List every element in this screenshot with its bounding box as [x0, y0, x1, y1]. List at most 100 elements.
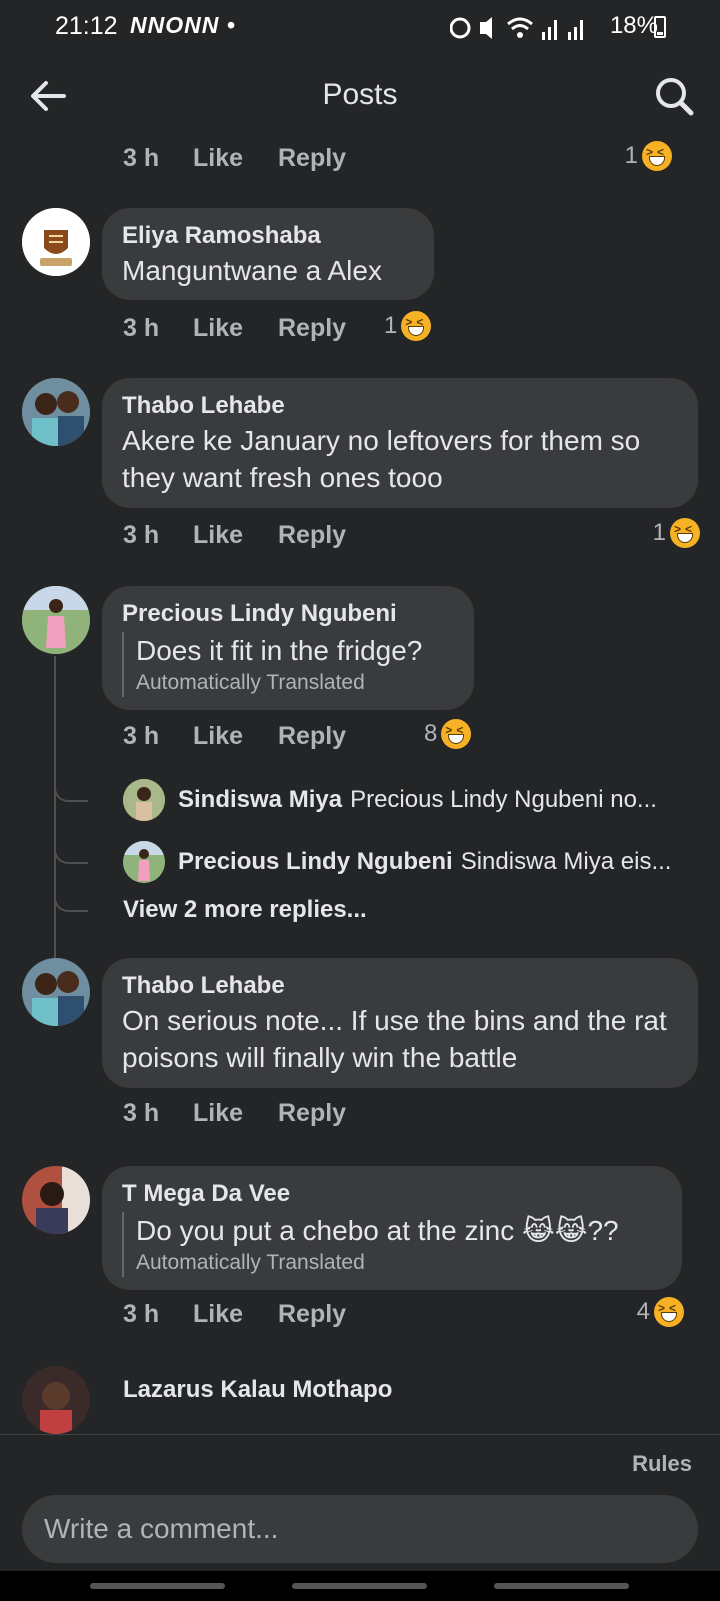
- reaction-count[interactable]: 8: [424, 718, 472, 750]
- reply-button[interactable]: Reply: [278, 314, 346, 343]
- battery-icon: [654, 16, 666, 38]
- reply-author[interactable]: Precious Lindy Ngubeni: [178, 848, 453, 876]
- comment-time: 3 h: [123, 314, 160, 342]
- thread-branch: [54, 882, 88, 912]
- reaction-number: 1: [384, 312, 398, 339]
- comment-time: 3 h: [123, 521, 160, 549]
- reply-preview[interactable]: Precious Lindy Ngubeni Sindiswa Miya eis…: [178, 840, 671, 884]
- comment-composer: Rules Write a comment...: [0, 1434, 720, 1601]
- reply-button[interactable]: Reply: [278, 722, 346, 751]
- comment-time: 3 h: [123, 722, 160, 750]
- avatar[interactable]: [22, 958, 90, 1026]
- page-title: Posts: [322, 78, 398, 111]
- reply-preview[interactable]: Sindiswa Miya Precious Lindy Ngubeni no.…: [178, 778, 657, 822]
- reply-button[interactable]: Reply: [278, 144, 346, 173]
- auto-translated-label[interactable]: Automatically Translated: [136, 1249, 662, 1277]
- translated-block: Do you put a chebo at the zinc 😹😹?? Auto…: [122, 1212, 662, 1277]
- top-app-bar: Posts: [0, 60, 720, 132]
- comment-text: Manguntwane a Alex: [122, 255, 382, 286]
- haha-emoji-icon: [654, 1297, 684, 1327]
- reply-avatar[interactable]: [123, 841, 165, 883]
- status-time: 21:12: [55, 12, 118, 40]
- nav-back-icon[interactable]: [494, 1583, 629, 1589]
- status-notification-icons: NNONN •: [130, 12, 236, 38]
- reaction-count[interactable]: 4: [637, 1296, 684, 1328]
- reaction-count[interactable]: 1: [625, 140, 672, 172]
- comment-bubble[interactable]: Eliya Ramoshaba Manguntwane a Alex: [102, 208, 434, 300]
- comment-actions: 3 h Like Reply: [123, 314, 423, 346]
- like-button[interactable]: Like: [193, 1099, 243, 1128]
- comment-text: On serious note... If use the bins and t…: [122, 1005, 667, 1073]
- comment-author[interactable]: Precious Lindy Ngubeni: [122, 598, 454, 630]
- family-crest-icon: [22, 208, 90, 276]
- status-system-icons: [450, 17, 583, 40]
- comment-bubble[interactable]: Precious Lindy Ngubeni Does it fit in th…: [102, 586, 474, 710]
- comments-feed[interactable]: 3 h Like Reply 1 Eliya Ramoshaba Mangunt…: [0, 140, 720, 1434]
- comment-text: Akere ke January no leftovers for them s…: [122, 425, 641, 493]
- reply-text: Precious Lindy Ngubeni no...: [350, 786, 657, 813]
- reply-button[interactable]: Reply: [278, 521, 346, 550]
- system-nav-bar: [0, 1571, 720, 1601]
- like-button[interactable]: Like: [193, 144, 243, 173]
- profile-photo-icon: [22, 1366, 90, 1434]
- comment-time: 3 h: [123, 1300, 160, 1328]
- haha-emoji-icon: [670, 518, 700, 548]
- comment-actions: 3 h Like Reply: [123, 144, 423, 176]
- reply-text: Sindiswa Miya eis...: [460, 848, 672, 875]
- reaction-number: 4: [636, 1298, 650, 1325]
- reaction-number: 1: [652, 519, 666, 546]
- comment-author[interactable]: T Mega Da Vee: [122, 1178, 662, 1210]
- comment-author[interactable]: Eliya Ramoshaba: [122, 220, 414, 252]
- comment-text: Does it fit in the fridge?: [136, 635, 423, 666]
- comment-text: Do you put a chebo at the zinc 😹😹??: [136, 1215, 619, 1246]
- thread-branch: [54, 834, 88, 864]
- comment-bubble[interactable]: Thabo Lehabe Akere ke January no leftove…: [102, 378, 698, 508]
- avatar[interactable]: [22, 1166, 90, 1234]
- rules-link[interactable]: Rules: [632, 1451, 692, 1477]
- view-more-replies-link[interactable]: View 2 more replies...: [123, 896, 367, 924]
- nav-recents-icon[interactable]: [90, 1583, 225, 1589]
- thread-branch: [54, 772, 88, 802]
- comment-input[interactable]: Write a comment...: [22, 1495, 698, 1563]
- avatar[interactable]: [22, 378, 90, 446]
- auto-translated-label[interactable]: Automatically Translated: [136, 669, 454, 697]
- comment-time: 3 h: [123, 1099, 160, 1127]
- comment-author[interactable]: Thabo Lehabe: [122, 970, 678, 1002]
- reaction-number: 1: [624, 142, 638, 169]
- reaction-count[interactable]: 1: [384, 310, 432, 342]
- like-button[interactable]: Like: [193, 521, 243, 550]
- translated-block: Does it fit in the fridge? Automatically…: [122, 632, 454, 697]
- comment-author[interactable]: Thabo Lehabe: [122, 390, 678, 422]
- profile-photo-icon: [22, 958, 90, 1026]
- avatar[interactable]: [22, 208, 90, 276]
- haha-emoji-icon: [642, 141, 672, 171]
- reaction-count[interactable]: 1: [653, 517, 700, 549]
- avatar[interactable]: [22, 586, 90, 654]
- nav-home-icon[interactable]: [292, 1583, 427, 1589]
- like-button[interactable]: Like: [193, 314, 243, 343]
- search-icon[interactable]: [652, 74, 696, 118]
- comment-actions: 3 h Like Reply: [123, 722, 423, 754]
- like-button[interactable]: Like: [193, 722, 243, 751]
- reply-button[interactable]: Reply: [278, 1099, 346, 1128]
- reply-avatar[interactable]: [123, 779, 165, 821]
- comment-actions: 3 h Like Reply: [123, 521, 423, 553]
- comment-bubble[interactable]: Thabo Lehabe On serious note... If use t…: [102, 958, 698, 1088]
- haha-emoji-icon: [441, 719, 472, 749]
- reply-author[interactable]: Sindiswa Miya: [178, 786, 342, 814]
- battery-percent: 18%: [609, 12, 658, 39]
- avatar[interactable]: [22, 1366, 90, 1434]
- haha-emoji-icon: [401, 311, 432, 341]
- like-button[interactable]: Like: [193, 1300, 243, 1329]
- comment-actions: 3 h Like Reply: [123, 1300, 423, 1332]
- profile-photo-icon: [22, 378, 90, 446]
- profile-photo-icon: [123, 841, 165, 883]
- thread-line: [54, 656, 56, 992]
- profile-photo-icon: [123, 779, 165, 821]
- reply-button[interactable]: Reply: [278, 1300, 346, 1329]
- comment-bubble[interactable]: T Mega Da Vee Do you put a chebo at the …: [102, 1166, 682, 1290]
- comment-time: 3 h: [123, 144, 160, 172]
- comment-actions: 3 h Like Reply: [123, 1099, 423, 1131]
- comment-author[interactable]: Lazarus Kalau Mothapo: [123, 1374, 392, 1406]
- profile-photo-icon: [22, 586, 90, 654]
